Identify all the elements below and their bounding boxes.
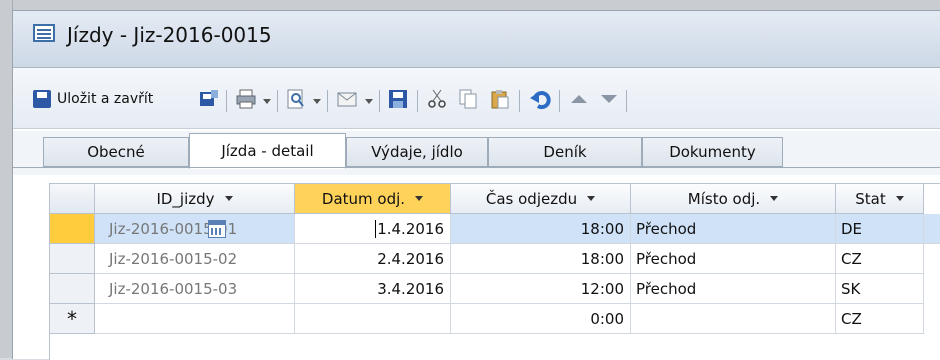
column-header-datum-odj[interactable]: Datum odj.	[295, 184, 451, 214]
tab-label: Jízda - detail	[221, 142, 314, 160]
toolbar-separator	[626, 90, 627, 112]
cell-misto-odj[interactable]	[631, 304, 836, 334]
table-row[interactable]: Jiz-2016-0015-03 3.4.2016 12:00 Přechod …	[50, 274, 940, 304]
toolbar-separator	[559, 90, 560, 112]
cell-cas-odjezdu[interactable]: 12:00	[451, 274, 631, 304]
tab-label: Výdaje, jídlo	[371, 143, 463, 161]
preview-dropdown-arrow[interactable]	[313, 99, 321, 104]
cell-stat[interactable]: SK	[836, 274, 924, 304]
column-header-id-jizdy[interactable]: ID_jizdy	[95, 184, 295, 214]
column-header-label: Datum odj.	[321, 189, 406, 208]
cell-cas-odjezdu[interactable]: 18:00	[451, 244, 631, 274]
calendar-icon[interactable]	[208, 220, 226, 238]
window-title: Jízdy - Jiz-2016-0015	[67, 23, 272, 47]
table-row[interactable]: Jiz-2016-0015-02 2.4.2016 18:00 Přechod …	[50, 244, 940, 274]
datasheet-grid: ID_jizdy Datum odj. Čas odjezdu Místo od…	[49, 183, 940, 360]
column-header-label: Stat	[855, 189, 886, 208]
new-record-marker[interactable]: *	[50, 304, 95, 334]
column-header-stat[interactable]: Stat	[836, 184, 924, 214]
save-close-label: Uložit a zavřít	[57, 91, 154, 107]
tab-dokumenty[interactable]: Dokumenty	[642, 137, 783, 167]
select-all-corner[interactable]	[50, 184, 95, 214]
cut-icon[interactable]	[426, 88, 448, 110]
cell-id-jizdy[interactable]: Jiz-2016-0015-01	[95, 214, 295, 244]
paste-icon[interactable]	[489, 88, 511, 110]
copy-icon[interactable]	[457, 88, 479, 110]
chevron-down-icon[interactable]	[770, 196, 779, 201]
record-selector[interactable]	[50, 214, 95, 244]
table-row[interactable]: Jiz-2016-0015-01 1.4.2016 18:00 Přechod …	[50, 214, 940, 244]
tab-denik[interactable]: Deník	[488, 137, 642, 167]
record-selector[interactable]	[50, 244, 95, 274]
cell-datum-odj[interactable]: 2.4.2016	[295, 244, 451, 274]
chevron-down-icon[interactable]	[895, 196, 904, 201]
cell-misto-odj[interactable]: Přechod	[631, 274, 836, 304]
tab-label: Deník	[543, 143, 587, 161]
save-icon[interactable]	[387, 88, 409, 110]
new-record-row[interactable]: * 0:00 CZ	[50, 304, 940, 334]
toolbar-separator	[277, 90, 278, 112]
record-selector[interactable]	[50, 274, 95, 304]
cell-datum-odj[interactable]	[295, 304, 451, 334]
tab-label: Obecné	[87, 143, 145, 161]
toolbar-separator	[327, 90, 328, 112]
chevron-down-icon[interactable]	[415, 196, 424, 201]
toolbar-separator	[226, 90, 227, 112]
text-cursor	[375, 219, 377, 238]
column-header-label: Místo odj.	[687, 189, 761, 208]
form-icon	[33, 24, 55, 42]
cell-stat[interactable]: CZ	[836, 244, 924, 274]
next-record-icon[interactable]	[598, 88, 620, 110]
tab-divider	[13, 167, 940, 168]
cell-misto-odj[interactable]: Přechod	[631, 244, 836, 274]
column-header-misto-odj[interactable]: Místo odj.	[631, 184, 836, 214]
cell-id-jizdy[interactable]	[95, 304, 295, 334]
previous-record-icon[interactable]	[568, 88, 590, 110]
print-icon[interactable]	[235, 88, 257, 110]
undo-icon[interactable]	[529, 88, 551, 110]
cell-datum-odj[interactable]: 3.4.2016	[295, 274, 451, 304]
chevron-down-icon[interactable]	[224, 196, 233, 201]
print-preview-icon[interactable]	[285, 88, 307, 110]
tab-jizda-detail[interactable]: Jízda - detail	[189, 133, 346, 169]
cell-cas-odjezdu[interactable]: 0:00	[451, 304, 631, 334]
form-window: Jízdy - Jiz-2016-0015 Uložit a zavřít Ob…	[12, 10, 940, 360]
toolbar-separator	[417, 90, 418, 112]
column-header-cas-odjezdu[interactable]: Čas odjezdu	[451, 184, 631, 214]
cell-id-jizdy[interactable]: Jiz-2016-0015-03	[95, 274, 295, 304]
save-as-icon[interactable]	[198, 88, 220, 110]
save-close-button[interactable]: Uložit a zavřít	[33, 86, 153, 112]
tab-strip: Obecné Jízda - detail Výdaje, jídlo Dení…	[13, 131, 940, 175]
cell-overflow	[924, 214, 940, 244]
email-icon[interactable]	[336, 88, 358, 110]
cell-cas-odjezdu[interactable]: 18:00	[451, 214, 631, 244]
cell-datum-value: 1.4.2016	[377, 219, 444, 238]
chevron-down-icon[interactable]	[587, 196, 596, 201]
toolbar-separator	[519, 90, 520, 112]
cell-stat[interactable]: CZ	[836, 304, 924, 334]
save-icon	[33, 90, 51, 108]
print-dropdown-arrow[interactable]	[263, 99, 271, 104]
column-header-label: ID_jizdy	[156, 189, 215, 208]
cell-stat[interactable]: DE	[836, 214, 924, 244]
column-header-label: Čas odjezdu	[485, 189, 578, 208]
tab-obecne[interactable]: Obecné	[43, 137, 189, 167]
tab-label: Dokumenty	[669, 143, 756, 161]
toolbar-separator	[379, 90, 380, 112]
cell-datum-odj[interactable]: 1.4.2016	[295, 214, 451, 244]
cell-id-jizdy[interactable]: Jiz-2016-0015-02	[95, 244, 295, 274]
email-dropdown-arrow[interactable]	[365, 99, 373, 104]
title-bar: Jízdy - Jiz-2016-0015	[13, 11, 940, 68]
toolbar: Uložit a zavřít	[13, 68, 940, 129]
tab-vydaje-jidlo[interactable]: Výdaje, jídlo	[346, 137, 488, 167]
cell-misto-odj[interactable]: Přechod	[631, 214, 836, 244]
